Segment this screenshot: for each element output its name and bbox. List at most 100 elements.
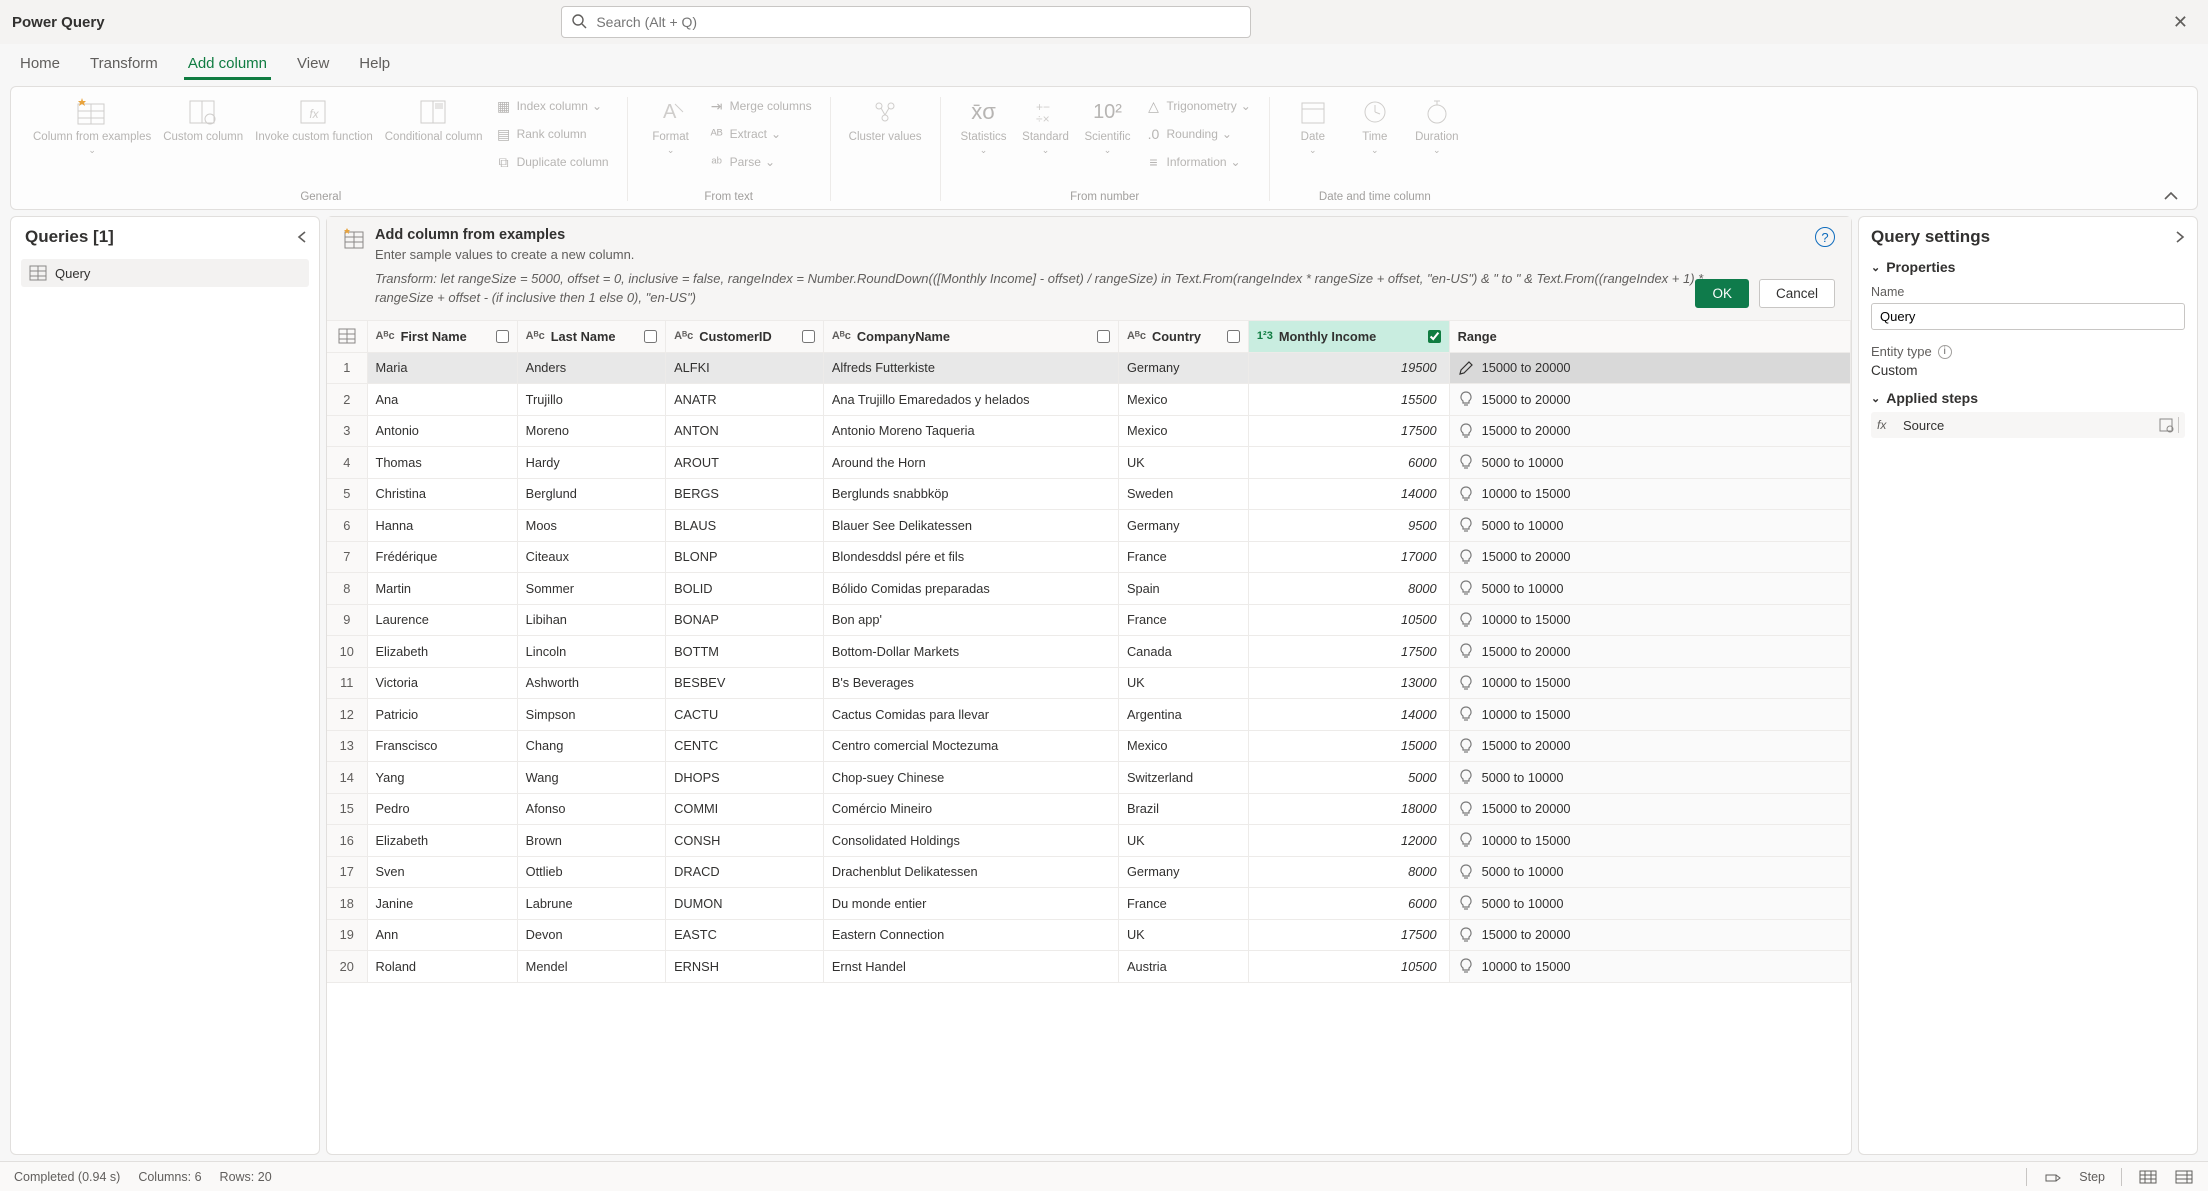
cell-customer-id[interactable]: BESBEV [666, 667, 824, 699]
cell-range[interactable]: 10000 to 15000 [1449, 951, 1850, 983]
cell-customer-id[interactable]: DUMON [666, 888, 824, 920]
table-row[interactable]: 14YangWangDHOPSChop-suey ChineseSwitzerl… [327, 762, 1851, 794]
extract-button[interactable]: ᴬᴮExtract ⌄ [704, 121, 816, 147]
table-row[interactable]: 10ElizabethLincolnBOTTMBottom-Dollar Mar… [327, 636, 1851, 668]
detail-view-button[interactable] [2174, 1168, 2194, 1186]
standard-button[interactable]: +−÷×Standard⌄ [1017, 93, 1075, 158]
info-icon[interactable]: i [1938, 345, 1952, 359]
cell-first-name[interactable]: Ann [367, 919, 517, 951]
applied-steps-section-toggle[interactable]: ⌄Applied steps [1871, 390, 2185, 406]
cell-customer-id[interactable]: CONSH [666, 825, 824, 857]
conditional-column-button[interactable]: Conditional column [381, 93, 487, 145]
cell-monthly-income[interactable]: 15000 [1248, 730, 1449, 762]
cell-company[interactable]: Eastern Connection [823, 919, 1118, 951]
rank-column-button[interactable]: ▤Rank column [491, 121, 613, 147]
cell-customer-id[interactable]: ANATR [666, 384, 824, 416]
table-row[interactable]: 17SvenOttliebDRACDDrachenblut Delikatess… [327, 856, 1851, 888]
cell-first-name[interactable]: Yang [367, 762, 517, 794]
cell-range[interactable]: 10000 to 15000 [1449, 478, 1850, 510]
col-last-name[interactable]: AᴮcLast Name [517, 321, 665, 353]
settings-collapse-button[interactable] [2175, 230, 2185, 244]
cell-last-name[interactable]: Ottlieb [517, 856, 665, 888]
custom-column-button[interactable]: Custom column [159, 93, 247, 145]
cell-monthly-income[interactable]: 10500 [1248, 604, 1449, 636]
col-range[interactable]: Range [1449, 321, 1850, 353]
col-customer-id-checkbox[interactable] [802, 330, 815, 343]
cell-range[interactable]: 15000 to 20000 [1449, 636, 1850, 668]
cell-range[interactable]: 10000 to 15000 [1449, 699, 1850, 731]
table-row[interactable]: 16ElizabethBrownCONSHConsolidated Holdin… [327, 825, 1851, 857]
cell-first-name[interactable]: Sven [367, 856, 517, 888]
cell-range[interactable]: 15000 to 20000 [1449, 384, 1850, 416]
cell-last-name[interactable]: Anders [517, 352, 665, 384]
table-row[interactable]: 12PatricioSimpsonCACTUCactus Comidas par… [327, 699, 1851, 731]
table-row[interactable]: 9LaurenceLibihanBONAPBon app'France10500… [327, 604, 1851, 636]
cell-company[interactable]: Ana Trujillo Emaredados y helados [823, 384, 1118, 416]
cell-last-name[interactable]: Sommer [517, 573, 665, 605]
cell-monthly-income[interactable]: 9500 [1248, 510, 1449, 542]
cell-first-name[interactable]: Thomas [367, 447, 517, 479]
table-row[interactable]: 15PedroAfonsoCOMMIComércio MineiroBrazil… [327, 793, 1851, 825]
cell-customer-id[interactable]: CACTU [666, 699, 824, 731]
cell-range[interactable]: 15000 to 20000 [1449, 352, 1850, 384]
cell-customer-id[interactable]: BONAP [666, 604, 824, 636]
cell-last-name[interactable]: Mendel [517, 951, 665, 983]
merge-columns-button[interactable]: ⇥Merge columns [704, 93, 816, 119]
time-button[interactable]: Time⌄ [1346, 93, 1404, 158]
cell-last-name[interactable]: Chang [517, 730, 665, 762]
cell-customer-id[interactable]: DHOPS [666, 762, 824, 794]
queries-collapse-button[interactable] [297, 230, 307, 244]
col-monthly-income[interactable]: 1²3Monthly Income [1248, 321, 1449, 353]
cell-monthly-income[interactable]: 6000 [1248, 447, 1449, 479]
cell-customer-id[interactable]: BLAUS [666, 510, 824, 542]
query-name-input[interactable] [1871, 303, 2185, 330]
help-icon[interactable]: ? [1815, 227, 1835, 247]
cell-country[interactable]: Brazil [1118, 793, 1248, 825]
rounding-button[interactable]: .0Rounding ⌄ [1141, 121, 1255, 147]
cell-country[interactable]: UK [1118, 919, 1248, 951]
index-column-button[interactable]: ▦Index column ⌄ [491, 93, 613, 119]
cancel-button[interactable]: Cancel [1759, 279, 1835, 308]
cell-last-name[interactable]: Brown [517, 825, 665, 857]
parse-button[interactable]: ᵃᵇParse ⌄ [704, 149, 816, 175]
cell-customer-id[interactable]: DRACD [666, 856, 824, 888]
column-from-examples-button[interactable]: Column from examples⌄ [29, 93, 155, 158]
cluster-values-button[interactable]: Cluster values [845, 93, 926, 145]
cell-first-name[interactable]: Franscisco [367, 730, 517, 762]
cell-monthly-income[interactable]: 6000 [1248, 888, 1449, 920]
cell-monthly-income[interactable]: 19500 [1248, 352, 1449, 384]
cell-first-name[interactable]: Laurence [367, 604, 517, 636]
cell-last-name[interactable]: Trujillo [517, 384, 665, 416]
cell-company[interactable]: Centro comercial Moctezuma [823, 730, 1118, 762]
scientific-button[interactable]: 10²Scientific⌄ [1079, 93, 1137, 158]
table-row[interactable]: 19AnnDevonEASTCEastern ConnectionUK17500… [327, 919, 1851, 951]
cell-country[interactable]: Spain [1118, 573, 1248, 605]
cell-company[interactable]: B's Beverages [823, 667, 1118, 699]
step-nav-button[interactable] [2043, 1168, 2063, 1186]
cell-monthly-income[interactable]: 17500 [1248, 415, 1449, 447]
cell-first-name[interactable]: Roland [367, 951, 517, 983]
cell-company[interactable]: Drachenblut Delikatessen [823, 856, 1118, 888]
cell-first-name[interactable]: Antonio [367, 415, 517, 447]
col-country[interactable]: AᴮcCountry [1118, 321, 1248, 353]
cell-first-name[interactable]: Pedro [367, 793, 517, 825]
cell-country[interactable]: Argentina [1118, 699, 1248, 731]
col-country-checkbox[interactable] [1227, 330, 1240, 343]
cell-range[interactable]: 5000 to 10000 [1449, 510, 1850, 542]
date-button[interactable]: Date⌄ [1284, 93, 1342, 158]
tab-add-column[interactable]: Add column [184, 49, 271, 80]
cell-company[interactable]: Blondesddsl pére et fils [823, 541, 1118, 573]
cell-range[interactable]: 5000 to 10000 [1449, 888, 1850, 920]
cell-range[interactable]: 10000 to 15000 [1449, 825, 1850, 857]
cell-range[interactable]: 5000 to 10000 [1449, 573, 1850, 605]
cell-customer-id[interactable]: BLONP [666, 541, 824, 573]
information-button[interactable]: ≡Information ⌄ [1141, 149, 1255, 175]
cell-monthly-income[interactable]: 5000 [1248, 762, 1449, 794]
cell-range[interactable]: 15000 to 20000 [1449, 730, 1850, 762]
table-row[interactable]: 20RolandMendelERNSHErnst HandelAustria10… [327, 951, 1851, 983]
cell-first-name[interactable]: Maria [367, 352, 517, 384]
cell-range[interactable]: 10000 to 15000 [1449, 667, 1850, 699]
cell-country[interactable]: Mexico [1118, 415, 1248, 447]
cell-first-name[interactable]: Hanna [367, 510, 517, 542]
cell-country[interactable]: Canada [1118, 636, 1248, 668]
